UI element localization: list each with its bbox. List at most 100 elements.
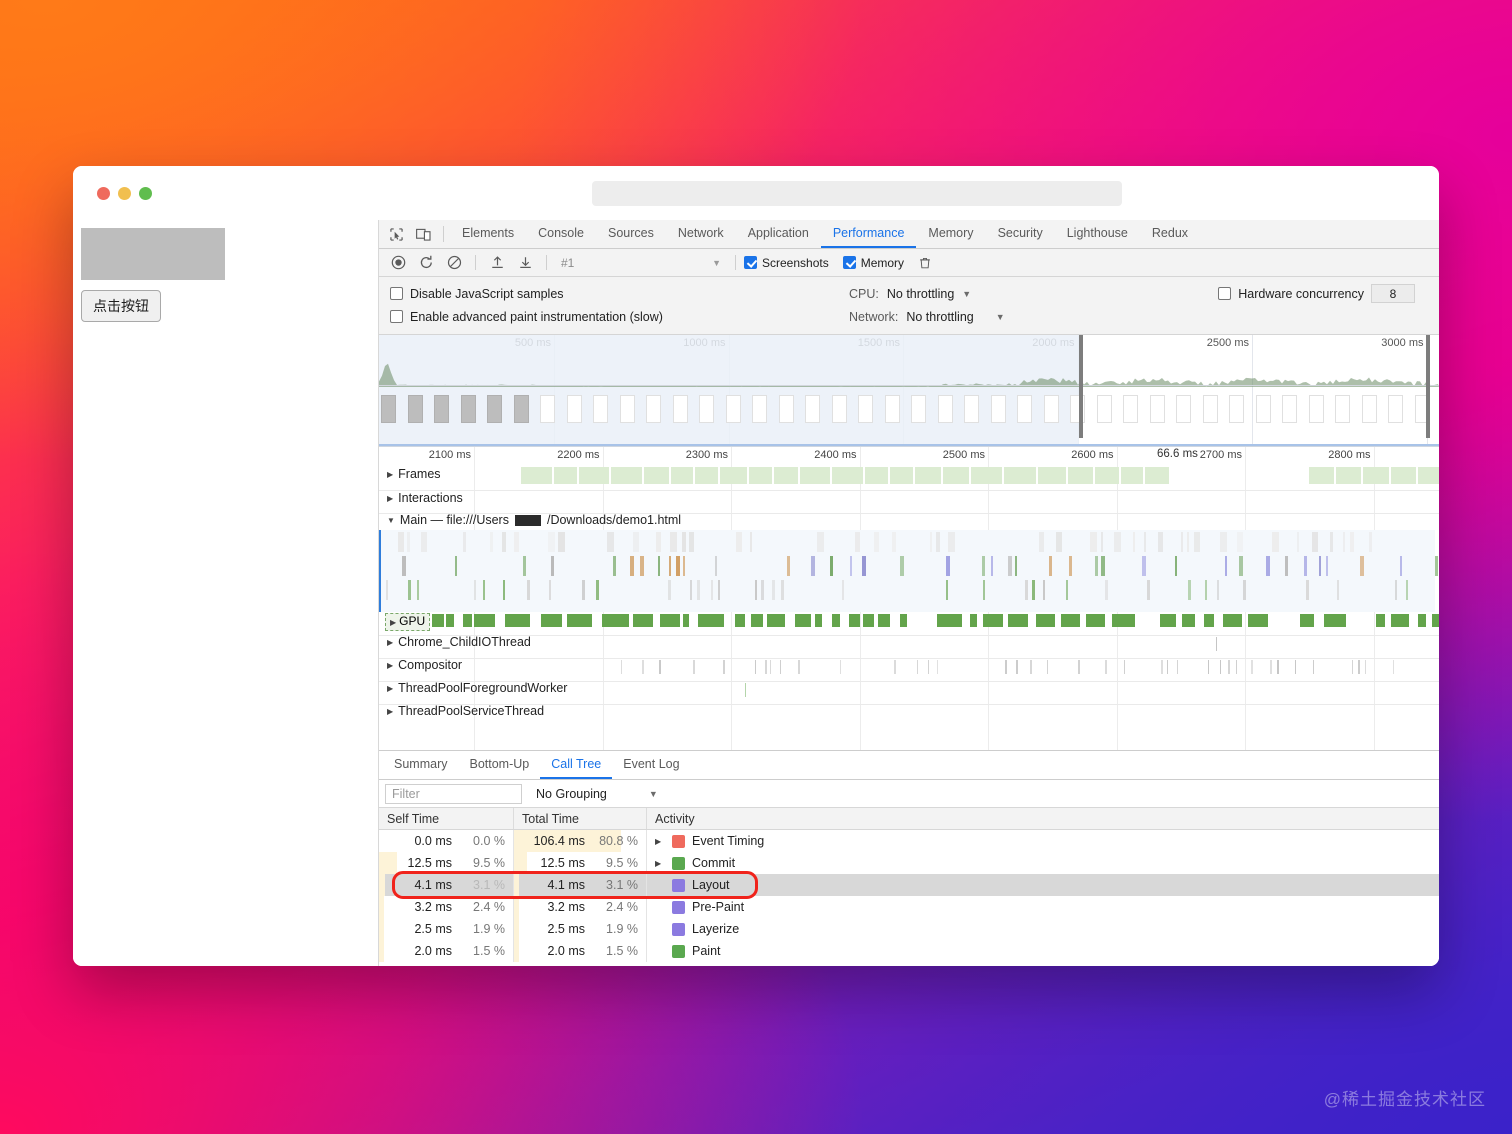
flame-event[interactable] [607,532,614,552]
flame-event[interactable] [1285,556,1288,576]
flame-event[interactable] [1225,556,1227,576]
filmstrip-thumbnail[interactable] [1308,395,1324,423]
flame-event[interactable] [1220,532,1227,552]
filmstrip-thumbnail[interactable] [487,395,502,423]
device-toolbar-icon[interactable] [410,220,437,248]
gpu-event[interactable] [1300,614,1314,627]
flame-event[interactable] [817,532,824,552]
minimize-window-button[interactable] [118,186,131,200]
gpu-event[interactable] [849,614,860,627]
flame-event[interactable] [1039,532,1044,552]
tab-redux[interactable]: Redux [1140,220,1200,248]
filmstrip-thumbnail[interactable] [1229,395,1244,423]
filmstrip-thumbnail[interactable] [619,395,635,423]
filmstrip-thumbnail[interactable] [778,395,794,423]
frame-cell[interactable] [832,467,865,484]
thread-event[interactable] [1313,660,1314,674]
gpu-event[interactable] [445,614,454,627]
window-controls[interactable] [97,186,152,200]
filmstrip-thumbnail[interactable] [672,395,688,423]
flame-event[interactable] [982,556,985,576]
filmstrip-thumbnail[interactable] [1335,395,1350,423]
threadpoolforegroundworker-track[interactable] [579,681,1435,701]
flame-event[interactable] [772,580,775,600]
filmstrip-thumbnail[interactable] [646,395,661,423]
flame-event[interactable] [1239,556,1243,576]
flame-event[interactable] [1369,532,1372,552]
frame-cell[interactable] [1390,467,1418,484]
flame-event[interactable] [1101,556,1105,576]
flame-event[interactable] [1343,532,1345,552]
flame-event[interactable] [689,532,694,552]
childiothread-track[interactable] [579,635,1435,655]
flame-event[interactable] [421,532,427,552]
filmstrip-thumbnail[interactable] [381,395,396,423]
session-selector[interactable]: #1 ▼ [555,253,727,273]
table-row[interactable]: 3.2 ms 2.4 % 3.2 ms 2.4 % Pre-Paint [379,896,1439,918]
filmstrip-thumbnail[interactable] [1176,395,1191,423]
flame-event[interactable] [548,532,555,552]
flame-event[interactable] [983,580,985,600]
filmstrip-thumbnail[interactable] [1070,395,1085,423]
maximize-window-button[interactable] [139,186,152,200]
flame-event[interactable] [1175,556,1177,576]
gpu-event[interactable] [1223,614,1242,627]
trash-icon[interactable] [912,250,938,276]
flame-event[interactable] [514,532,519,552]
tab-security[interactable]: Security [986,220,1055,248]
gpu-event[interactable] [766,614,785,627]
track-label-interactions[interactable]: Interactions [379,491,463,505]
flame-event[interactable] [991,556,993,576]
gpu-event[interactable] [735,614,746,627]
frame-cell[interactable] [942,467,970,484]
grouping-selector[interactable]: No Grouping ▼ [536,787,658,801]
flame-event[interactable] [668,580,671,600]
flame-event[interactable] [656,532,661,552]
calltree-body[interactable]: 0.0 ms 0.0 % 106.4 ms 80.8 % ▶ Event Timing 12… [379,830,1439,966]
flame-event[interactable] [1188,580,1191,600]
frame-cell[interactable] [719,467,748,484]
flame-event[interactable] [1272,532,1279,552]
gpu-event[interactable] [660,614,680,627]
thread-event[interactable] [1365,660,1366,674]
flame-event[interactable] [1395,580,1397,600]
flame-event[interactable] [718,580,720,600]
close-window-button[interactable] [97,186,110,200]
flame-event[interactable] [408,580,411,600]
filmstrip-thumbnail[interactable] [1017,395,1032,423]
flame-event[interactable] [755,580,757,600]
gpu-event[interactable] [1007,614,1028,627]
network-throttling-control[interactable]: Network: No throttling ▼ [849,310,1005,324]
frame-cell[interactable] [611,467,643,484]
gpu-event[interactable] [432,614,444,627]
tab-elements[interactable]: Elements [450,220,526,248]
thread-event[interactable] [1216,637,1217,651]
gpu-event[interactable] [633,614,654,627]
tab-memory[interactable]: Memory [916,220,985,248]
thread-event[interactable] [917,660,918,674]
flame-event[interactable] [874,532,879,552]
flame-event[interactable] [417,580,419,600]
column-header-activity[interactable]: Activity [647,812,1439,826]
thread-event[interactable] [745,683,746,697]
flame-event[interactable] [1105,580,1108,600]
inspect-element-icon[interactable] [383,220,410,248]
flame-event[interactable] [1319,556,1321,576]
main-thread-flame[interactable] [379,530,1438,612]
hardware-concurrency-control[interactable]: Hardware concurrency 8 [1218,284,1439,303]
thread-event[interactable] [1016,660,1018,674]
advanced-paint-checkbox[interactable]: Enable advanced paint instrumentation (s… [379,310,849,324]
tab-network[interactable]: Network [666,220,736,248]
flame-event[interactable] [736,532,742,552]
flame-event[interactable] [1025,580,1028,600]
thread-event[interactable] [765,660,767,674]
filmstrip-thumbnail[interactable] [752,395,767,423]
flame-event[interactable] [490,532,493,552]
flame-event[interactable] [936,532,940,552]
record-icon[interactable] [385,250,411,276]
thread-event[interactable] [1047,660,1048,674]
tab-bottom-up[interactable]: Bottom-Up [458,751,540,779]
frame-cell[interactable] [695,467,719,484]
frame-cell[interactable] [748,467,774,484]
screenshots-checkbox[interactable]: Screenshots [744,256,829,270]
